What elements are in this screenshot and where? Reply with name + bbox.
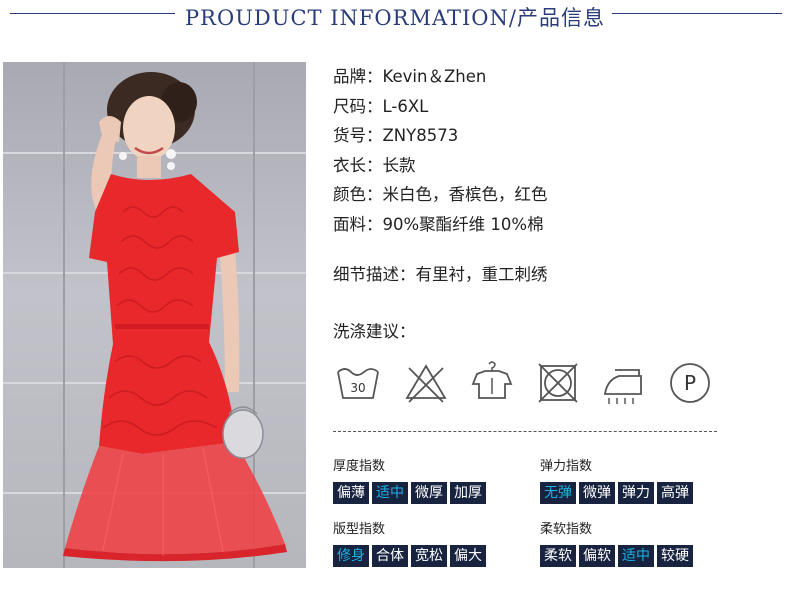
softness-option: 柔软 [540, 545, 576, 567]
softness-option: 偏软 [579, 545, 615, 567]
care-icons: 30 P [333, 358, 723, 408]
hang-dry-icon [471, 361, 513, 399]
index-label: 弹力指数 [540, 459, 593, 474]
fit-option: 合体 [372, 545, 408, 567]
spec-brand: 品牌：Kevin＆Zhen [333, 63, 548, 93]
softness-index: 柔软指数 柔软 偏软 适中 较硬 [540, 518, 693, 567]
thickness-index: 厚度指数 偏薄 适中 微厚 加厚 [333, 455, 486, 504]
spec-value: 90%聚酯纤维 10%棉 [382, 214, 544, 234]
header-divider-right [612, 13, 782, 14]
thickness-option: 加厚 [450, 482, 486, 504]
fit-option: 宽松 [411, 545, 447, 567]
elasticity-option: 微弹 [579, 482, 615, 504]
iron-icon [603, 369, 642, 404]
spec-value: 米白色，香槟色，红色 [382, 185, 548, 204]
spec-key: 品牌： [333, 67, 383, 86]
elasticity-option: 弹力 [618, 482, 654, 504]
spec-size: 尺码：L-6XL [333, 93, 548, 123]
spec-value: ZNY8573 [382, 126, 459, 145]
spec-list: 品牌：Kevin＆Zhen 尺码：L-6XL 货号：ZNY8573 衣长：长款 … [333, 63, 548, 240]
index-label: 厚度指数 [333, 459, 386, 474]
elasticity-index: 弹力指数 无弹 微弹 弹力 高弹 [540, 455, 693, 504]
section-divider [333, 431, 717, 432]
wash-temp: 30 [350, 381, 365, 395]
thickness-option: 偏薄 [333, 482, 369, 504]
index-label: 版型指数 [333, 522, 386, 537]
care-title: 洗涤建议： [333, 322, 416, 341]
no-tumble-dry-icon [538, 363, 578, 403]
spec-value: L-6XL [382, 96, 429, 116]
elasticity-option-selected: 无弹 [540, 482, 576, 504]
spec-color: 颜色：米白色，香槟色，红色 [333, 181, 548, 211]
elasticity-option: 高弹 [657, 482, 693, 504]
fit-index: 版型指数 修身 合体 宽松 偏大 [333, 518, 486, 567]
spec-key: 尺码： [333, 96, 383, 116]
softness-option: 较硬 [657, 545, 693, 567]
index-label: 柔软指数 [540, 522, 593, 537]
spec-value: Kevin＆Zhen [382, 67, 487, 86]
spec-length: 衣长：长款 [333, 152, 548, 182]
product-photo [3, 62, 306, 568]
fit-option-selected: 修身 [333, 545, 369, 567]
wash-30-icon: 30 [337, 368, 379, 399]
spec-key: 面料： [333, 214, 383, 234]
dryclean-p-icon: P [670, 363, 710, 403]
spec-key: 颜色： [333, 185, 383, 204]
spec-item-number: 货号：ZNY8573 [333, 122, 548, 152]
fit-option: 偏大 [450, 545, 486, 567]
detail-description: 细节描述：有里衬，重工刺绣 [333, 265, 548, 284]
model-illustration [63, 72, 287, 562]
header: PROUDUCT INFORMATION/产品信息 [0, 0, 790, 34]
page-title: PROUDUCT INFORMATION/产品信息 [185, 6, 605, 30]
spec-key: 衣长： [333, 155, 383, 175]
thickness-option-selected: 适中 [372, 482, 408, 504]
spec-key: 货号： [333, 126, 383, 145]
spec-value: 长款 [382, 155, 416, 175]
softness-option-selected: 适中 [618, 545, 654, 567]
dryclean-letter: P [684, 371, 696, 395]
no-bleach-icon [405, 364, 447, 403]
spec-fabric: 面料：90%聚酯纤维 10%棉 [333, 211, 548, 241]
thickness-option: 微厚 [411, 482, 447, 504]
